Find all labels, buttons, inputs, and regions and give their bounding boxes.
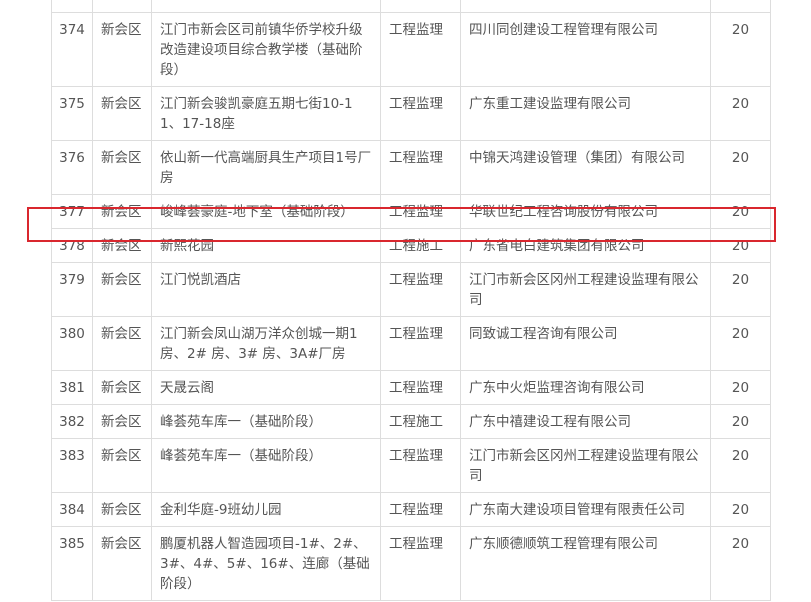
row-number: 378 <box>51 228 93 263</box>
table-container: 公司 374 新会区 江门市新会区司前镇华侨学校升级改造建设项目综合教学楼（基础… <box>51 0 771 601</box>
score-cell: 20 <box>710 86 771 141</box>
row-number: 380 <box>51 316 93 371</box>
row-number: 374 <box>51 12 93 87</box>
company-cell: 广东顺德顺筑工程管理有限公司 <box>460 526 711 601</box>
district-cell: 新会区 <box>92 492 152 527</box>
table-row: 376 新会区 依山新一代高端厨具生产项目1号厂房 工程监理 中锦天鸿建设管理（… <box>51 140 771 195</box>
row-number: 379 <box>51 262 93 317</box>
district-cell: 新会区 <box>92 194 152 229</box>
row-number: 382 <box>51 404 93 439</box>
district-cell: 新会区 <box>92 438 152 493</box>
type-cell <box>380 0 461 13</box>
project-cell: 峻峰荟豪庭-地下室（基础阶段） <box>151 194 381 229</box>
score-cell: 20 <box>710 370 771 405</box>
project-cell: 新熙花园 <box>151 228 381 263</box>
row-number: 385 <box>51 526 93 601</box>
type-cell: 工程施工 <box>380 404 461 439</box>
table-row: 374 新会区 江门市新会区司前镇华侨学校升级改造建设项目综合教学楼（基础阶段）… <box>51 12 771 87</box>
project-cell: 江门悦凯酒店 <box>151 262 381 317</box>
row-number: 377 <box>51 194 93 229</box>
row-number: 384 <box>51 492 93 527</box>
score-cell: 20 <box>710 140 771 195</box>
type-cell: 工程监理 <box>380 438 461 493</box>
score-cell <box>710 0 771 13</box>
district-cell: 新会区 <box>92 12 152 87</box>
score-cell: 20 <box>710 262 771 317</box>
score-cell: 20 <box>710 228 771 263</box>
district-cell: 新会区 <box>92 86 152 141</box>
type-cell: 工程监理 <box>380 316 461 371</box>
project-cell: 鹏厦机器人智造园项目-1#、2#、3#、4#、5#、16#、连廊（基础阶段） <box>151 526 381 601</box>
project-cell <box>151 0 381 13</box>
table-row: 381 新会区 天晟云阁 工程监理 广东中火炬监理咨询有限公司 20 <box>51 370 771 405</box>
district-cell: 新会区 <box>92 140 152 195</box>
table-row: 380 新会区 江门新会凤山湖万洋众创城一期1房、2# 房、3# 房、3A#厂房… <box>51 316 771 371</box>
project-cell: 江门新会骏凯豪庭五期七街10-11、17-18座 <box>151 86 381 141</box>
type-cell: 工程监理 <box>380 140 461 195</box>
project-cell: 峰荟苑车库一（基础阶段） <box>151 404 381 439</box>
company-cell: 广东重工建设监理有限公司 <box>460 86 711 141</box>
type-cell: 工程施工 <box>380 228 461 263</box>
score-cell: 20 <box>710 404 771 439</box>
table-row: 379 新会区 江门悦凯酒店 工程监理 江门市新会区冈州工程建设监理有限公司 2… <box>51 262 771 317</box>
district-cell: 新会区 <box>92 262 152 317</box>
type-cell: 工程监理 <box>380 526 461 601</box>
company-cell: 江门市新会区冈州工程建设监理有限公司 <box>460 262 711 317</box>
table-row-highlighted: 377 新会区 峻峰荟豪庭-地下室（基础阶段） 工程监理 华联世纪工程咨询股份有… <box>51 194 771 229</box>
table-row: 378 新会区 新熙花园 工程施工 广东省电白建筑集团有限公司 20 <box>51 228 771 263</box>
district-cell: 新会区 <box>92 526 152 601</box>
company-cell: 四川同创建设工程管理有限公司 <box>460 12 711 87</box>
project-cell: 江门市新会区司前镇华侨学校升级改造建设项目综合教学楼（基础阶段） <box>151 12 381 87</box>
row-number: 383 <box>51 438 93 493</box>
table-row: 383 新会区 峰荟苑车库一（基础阶段） 工程监理 江门市新会区冈州工程建设监理… <box>51 438 771 493</box>
project-cell: 金利华庭-9班幼儿园 <box>151 492 381 527</box>
score-cell: 20 <box>710 492 771 527</box>
project-cell: 依山新一代高端厨具生产项目1号厂房 <box>151 140 381 195</box>
table-row: 公司 <box>51 0 771 13</box>
district-cell: 新会区 <box>92 370 152 405</box>
type-cell: 工程监理 <box>380 492 461 527</box>
company-cell: 广东省电白建筑集团有限公司 <box>460 228 711 263</box>
table-row: 375 新会区 江门新会骏凯豪庭五期七街10-11、17-18座 工程监理 广东… <box>51 86 771 141</box>
table-row: 384 新会区 金利华庭-9班幼儿园 工程监理 广东南大建设项目管理有限责任公司… <box>51 492 771 527</box>
row-number <box>51 0 93 13</box>
company-cell: 中锦天鸿建设管理（集团）有限公司 <box>460 140 711 195</box>
score-cell: 20 <box>710 194 771 229</box>
score-cell: 20 <box>710 438 771 493</box>
table-row: 382 新会区 峰荟苑车库一（基础阶段） 工程施工 广东中禧建设工程有限公司 2… <box>51 404 771 439</box>
project-cell: 江门新会凤山湖万洋众创城一期1房、2# 房、3# 房、3A#厂房 <box>151 316 381 371</box>
row-number: 376 <box>51 140 93 195</box>
company-text: 公司 <box>469 0 496 2</box>
score-cell: 20 <box>710 316 771 371</box>
results-table: 公司 374 新会区 江门市新会区司前镇华侨学校升级改造建设项目综合教学楼（基础… <box>51 0 771 601</box>
score-cell: 20 <box>710 12 771 87</box>
row-number: 375 <box>51 86 93 141</box>
company-cell: 华联世纪工程咨询股份有限公司 <box>460 194 711 229</box>
type-cell: 工程监理 <box>380 194 461 229</box>
project-cell: 天晟云阁 <box>151 370 381 405</box>
company-cell: 广东南大建设项目管理有限责任公司 <box>460 492 711 527</box>
type-cell: 工程监理 <box>380 86 461 141</box>
company-cell: 广东中火炬监理咨询有限公司 <box>460 370 711 405</box>
table-row: 385 新会区 鹏厦机器人智造园项目-1#、2#、3#、4#、5#、16#、连廊… <box>51 526 771 601</box>
district-cell <box>92 0 152 13</box>
company-cell: 广东中禧建设工程有限公司 <box>460 404 711 439</box>
company-cell: 同致诚工程咨询有限公司 <box>460 316 711 371</box>
district-cell: 新会区 <box>92 404 152 439</box>
district-cell: 新会区 <box>92 228 152 263</box>
row-number: 381 <box>51 370 93 405</box>
district-cell: 新会区 <box>92 316 152 371</box>
company-cell: 公司 <box>460 0 711 13</box>
project-cell: 峰荟苑车库一（基础阶段） <box>151 438 381 493</box>
type-cell: 工程监理 <box>380 370 461 405</box>
company-cell: 江门市新会区冈州工程建设监理有限公司 <box>460 438 711 493</box>
type-cell: 工程监理 <box>380 262 461 317</box>
type-cell: 工程监理 <box>380 12 461 87</box>
score-cell: 20 <box>710 526 771 601</box>
